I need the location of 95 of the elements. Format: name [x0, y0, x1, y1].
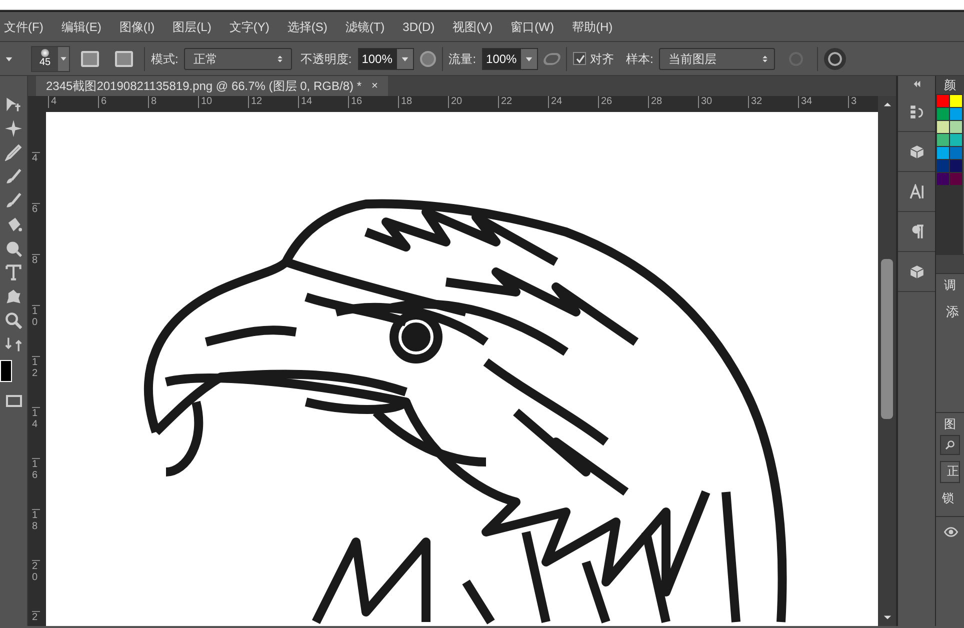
- ruler-number: 24: [548, 96, 598, 108]
- menu-item[interactable]: 编辑(E): [61, 18, 102, 36]
- panel-tab[interactable]: 图: [936, 412, 964, 433]
- panel-tab[interactable]: 调: [936, 276, 964, 294]
- lock-label: 锁: [936, 489, 964, 517]
- color-swatch[interactable]: [950, 95, 962, 107]
- ruler-number: 22: [498, 96, 548, 108]
- color-swatch[interactable]: [937, 147, 949, 159]
- brush-tip-icon: [41, 49, 49, 57]
- flow-label: 流量:: [448, 50, 476, 68]
- search-icon: [945, 440, 955, 450]
- menu-item[interactable]: 3D(D): [402, 18, 435, 36]
- 3d-icon[interactable]: [908, 264, 924, 280]
- ruler-number: 18: [32, 509, 40, 560]
- brush-preset-picker[interactable]: 45: [31, 46, 70, 72]
- menu-item[interactable]: 文字(Y): [229, 18, 270, 36]
- updown-icon: [761, 54, 770, 64]
- scroll-up-icon[interactable]: [882, 100, 892, 109]
- ruler-number: 14: [298, 96, 348, 108]
- ruler-number: 6: [32, 203, 40, 254]
- menu-item[interactable]: 图像(I): [119, 18, 155, 36]
- color-swatch[interactable]: [937, 95, 949, 107]
- scrollbar-thumb[interactable]: [881, 259, 893, 419]
- color-swatch[interactable]: [937, 160, 949, 172]
- document-tab-title[interactable]: 2345截图20190821135819.png @ 66.7% (图层 0, RGB/8) *: [46, 77, 362, 95]
- menu-item[interactable]: 图层(L): [172, 18, 212, 36]
- ruler-number: 34: [798, 96, 848, 108]
- ruler-number: 12: [248, 96, 298, 108]
- color-swatch[interactable]: [950, 173, 962, 185]
- layer-filter-field[interactable]: [940, 435, 960, 455]
- updown-icon: [276, 54, 284, 64]
- ruler-number: 10: [198, 96, 248, 108]
- color-swatch[interactable]: [937, 121, 949, 133]
- adjustments-text: 添: [945, 303, 960, 321]
- foreground-color-swatch[interactable]: [0, 360, 12, 382]
- ruler-number: 26: [598, 96, 648, 108]
- blend-mode-dropdown[interactable]: 正: [940, 461, 960, 483]
- magic-wand-icon[interactable]: [5, 120, 22, 137]
- color-swatch[interactable]: [937, 134, 949, 146]
- color-swatch[interactable]: [950, 160, 962, 172]
- menu-item[interactable]: 视图(V): [452, 18, 493, 36]
- ruler-number: 4: [32, 152, 40, 203]
- character-icon[interactable]: [908, 184, 924, 200]
- ruler-number: 12: [32, 356, 40, 407]
- color-swatch[interactable]: [950, 147, 962, 159]
- type-tool-icon[interactable]: [5, 264, 22, 281]
- ruler-number: 20: [448, 96, 498, 108]
- menu-item[interactable]: 文件(F): [4, 18, 44, 36]
- shape-tool-icon[interactable]: [5, 288, 22, 305]
- ruler-number: 2: [32, 611, 40, 625]
- visibility-eye-icon[interactable]: [944, 525, 958, 539]
- ruler-number: 20: [32, 560, 40, 611]
- color-swatch[interactable]: [950, 108, 962, 120]
- ruler-number: 30: [698, 96, 748, 108]
- ruler-number: 8: [148, 96, 198, 108]
- history-icon[interactable]: [908, 104, 924, 120]
- panel-tab[interactable]: 颜: [936, 76, 964, 94]
- ruler-number: 8: [32, 254, 40, 305]
- caret-icon: [60, 55, 67, 62]
- ruler-number: 10: [32, 305, 40, 356]
- history-brush-icon[interactable]: [5, 192, 22, 209]
- properties-icon[interactable]: [908, 144, 924, 160]
- ruler-number: 6: [98, 96, 148, 108]
- zoom-icon[interactable]: [5, 312, 22, 329]
- color-swatch[interactable]: [950, 121, 962, 133]
- menu-item[interactable]: 帮助(H): [572, 18, 613, 36]
- ruler-number: 14: [32, 407, 40, 458]
- aligned-label: 对齐: [590, 50, 614, 68]
- move-tool-icon[interactable]: [5, 96, 22, 113]
- aligned-checkbox[interactable]: [573, 52, 586, 65]
- menu-item[interactable]: 选择(S): [287, 18, 328, 36]
- scroll-down-icon[interactable]: [882, 613, 892, 622]
- collapse-icon[interactable]: [912, 80, 920, 88]
- color-swatch[interactable]: [937, 173, 949, 185]
- swap-colors-icon[interactable]: [5, 336, 22, 353]
- color-swatch[interactable]: [937, 108, 949, 120]
- brush-icon[interactable]: [5, 168, 22, 185]
- ruler-number: 16: [32, 458, 40, 509]
- tool-preset-caret-icon[interactable]: [5, 54, 13, 62]
- color-swatch[interactable]: [950, 134, 962, 146]
- mode-label: 模式:: [151, 50, 178, 68]
- ruler-number: 28: [648, 96, 698, 108]
- sample-dropdown[interactable]: 当前图层: [659, 48, 776, 70]
- ruler-number: 4: [48, 96, 98, 108]
- mode-dropdown[interactable]: 正常: [184, 48, 292, 70]
- screen-mode-icon[interactable]: [6, 395, 22, 407]
- brush-size: 45: [39, 57, 51, 68]
- ruler-number: 16: [348, 96, 398, 108]
- ruler-number: 18: [398, 96, 448, 108]
- opacity-label: 不透明度:: [300, 50, 352, 68]
- ruler-number: 32: [748, 96, 798, 108]
- sample-label: 样本:: [626, 50, 654, 68]
- menu-item[interactable]: 窗口(W): [510, 18, 554, 36]
- close-button[interactable]: ×: [372, 78, 378, 94]
- menu-item[interactable]: 滤镜(T): [345, 18, 385, 36]
